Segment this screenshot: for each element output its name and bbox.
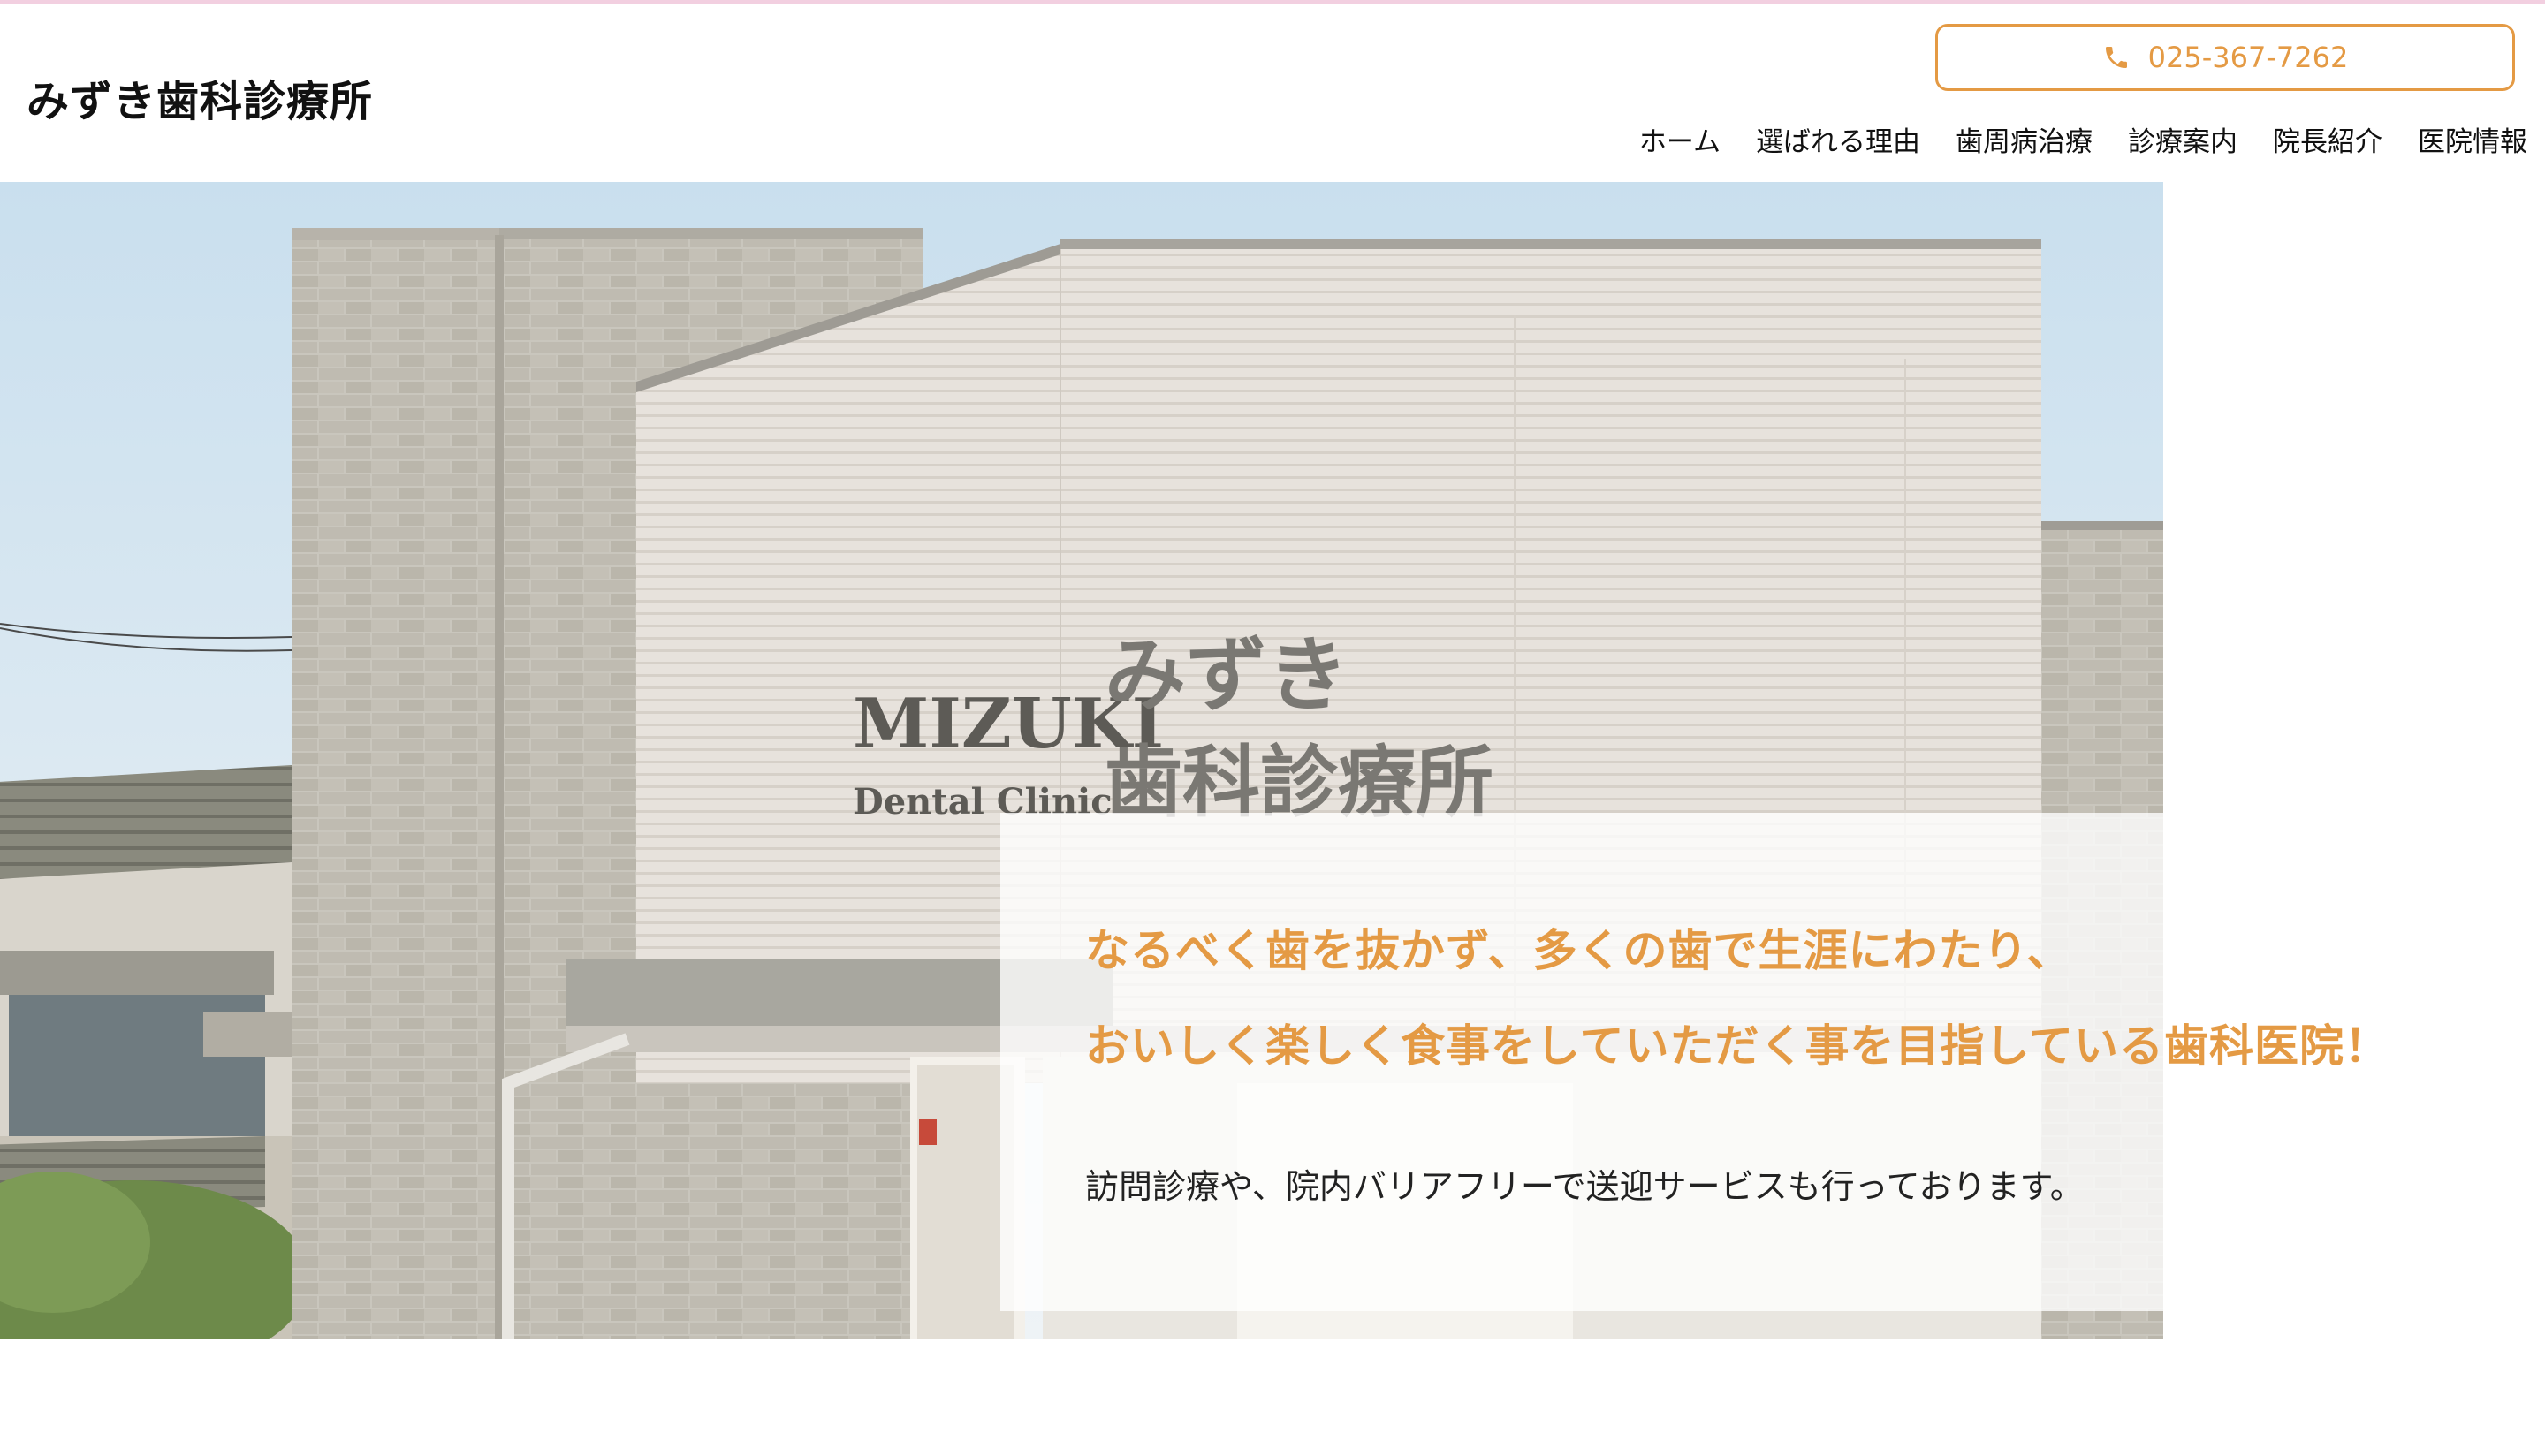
nav-item-treatment-guide[interactable]: 診療案内 [2128, 119, 2237, 159]
nav-item-reasons[interactable]: 選ばれる理由 [1756, 119, 1920, 159]
sign-jp-line1: みずき [1105, 628, 1348, 723]
hero-subtext: 訪問診療や、院内バリアフリーで送迎サービスも行っております。 [1085, 1167, 2084, 1206]
main-nav: ホーム 選ばれる理由 歯周病治療 診療案内 院長紹介 医院情報 [1639, 119, 2527, 159]
site-header: みずき歯科診療所 025-367-7262 ホーム 選ばれる理由 歯周病治療 診… [0, 4, 2545, 181]
nav-item-director[interactable]: 院長紹介 [2273, 119, 2382, 159]
site-logo[interactable]: みずき歯科診療所 [27, 66, 373, 128]
phone-icon [2105, 47, 2127, 68]
nav-item-clinic-info[interactable]: 医院情報 [2418, 119, 2527, 159]
phone-number: 025-367-7262 [2147, 41, 2349, 74]
nav-item-periodontal[interactable]: 歯周病治療 [1956, 119, 2093, 159]
nav-item-home[interactable]: ホーム [1639, 119, 1721, 159]
phone-button[interactable]: 025-367-7262 [1935, 24, 2515, 91]
hero-tagline-line2: おいしく楽しく食事をしていただく事を目指している歯科医院！ [1085, 1020, 2389, 1072]
hero-tagline-line1: なるべく歯を抜かず、多くの歯で生涯にわたり、 [1085, 925, 2072, 976]
